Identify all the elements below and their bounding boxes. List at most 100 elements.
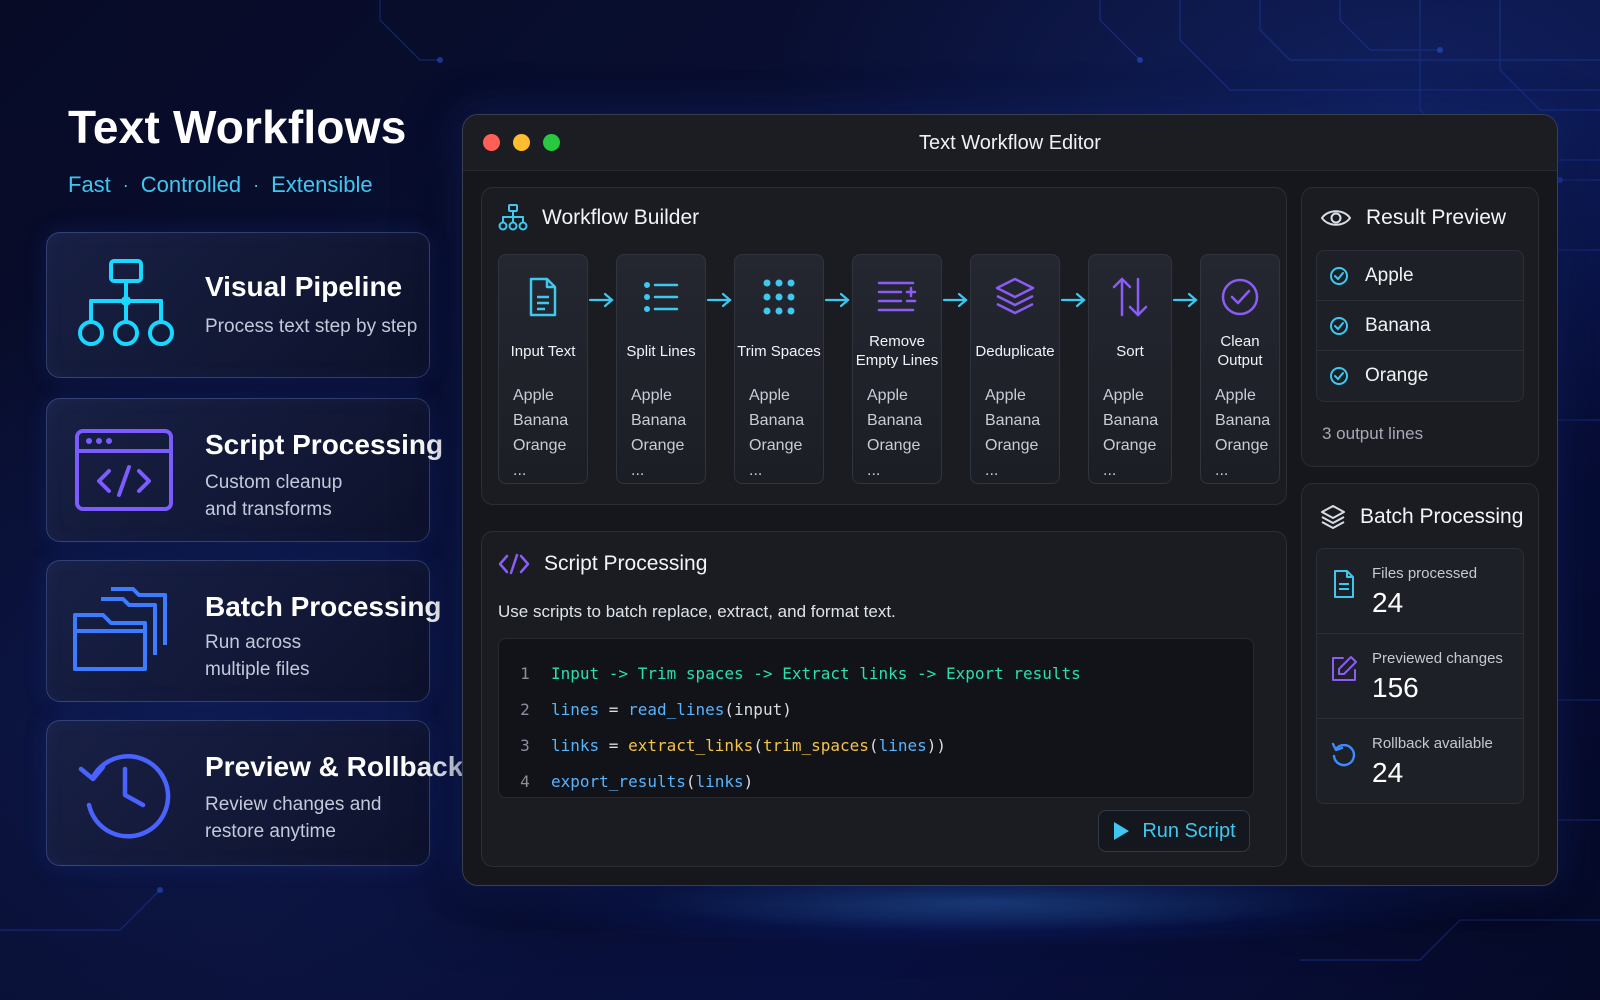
step-label: Remove Empty Lines: [855, 333, 939, 369]
code-token: (: [685, 771, 696, 791]
tag-fast: Fast: [68, 172, 111, 197]
code-editor[interactable]: 1 Input -> Trim spaces -> Extract links …: [498, 638, 1254, 798]
undo-icon: [1331, 742, 1356, 767]
check-circle-icon: [1330, 367, 1348, 385]
arrow-right-icon: [942, 254, 970, 484]
step-preview-items: Apple Banana Orange ...: [513, 383, 568, 483]
step-item: ...: [1215, 462, 1229, 479]
arrow-right-icon: [588, 254, 616, 484]
result-text: Apple: [1365, 264, 1414, 286]
check-circle-icon: [1221, 278, 1259, 316]
code-token: Input -> Trim spaces -> Extract links ->…: [551, 663, 1081, 683]
batch-stats: Files processed 24 Previewed changes 156: [1316, 548, 1524, 804]
play-icon: [1114, 822, 1130, 840]
code-line: 2 lines = read_lines (input): [499, 691, 1253, 727]
arrow-right-icon: [706, 254, 734, 484]
stat-value: 24: [1372, 587, 1404, 618]
feature-card-visual-pipeline: Visual Pipeline Process text step by ste…: [46, 232, 430, 378]
sort-arrows-icon: [1112, 277, 1148, 317]
panel-title: Batch Processing: [1360, 505, 1524, 528]
step-split-lines[interactable]: Split Lines Apple Banana Orange ...: [616, 254, 706, 484]
feature-card-preview-rollback: Preview & Rollback Review changes and re…: [46, 720, 463, 866]
step-label: Input Text: [510, 342, 576, 360]
code-window-icon: [75, 429, 173, 511]
list-item: Banana: [1317, 301, 1523, 351]
code-token: (: [868, 735, 879, 755]
app-window: Text Workflow Editor Workflow Builder In…: [462, 114, 1558, 886]
code-token: lines: [878, 735, 927, 755]
code-token: )): [926, 735, 946, 755]
step-preview-items: Apple Banana Orange ...: [1103, 383, 1158, 483]
step-item: Banana: [513, 412, 569, 429]
panel-header: Result Preview: [1320, 206, 1506, 230]
remove-lines-icon: [877, 281, 917, 312]
line-number: 1: [520, 663, 530, 683]
workflow-steps: Input Text Apple Banana Orange ... Split…: [498, 254, 1280, 484]
step-item: ...: [1103, 462, 1117, 479]
step-trim-spaces[interactable]: Trim Spaces Apple Banana Orange ...: [734, 254, 824, 484]
step-item: Banana: [1215, 412, 1271, 429]
file-icon: [1334, 570, 1354, 598]
run-script-button[interactable]: Run Script: [1098, 810, 1250, 852]
arrow-right-icon: [1172, 254, 1200, 484]
code-token: (: [753, 735, 763, 755]
code-token: extract_links: [628, 735, 754, 755]
step-item: Orange: [513, 437, 567, 454]
script-processing-panel: Script Processing Use scripts to batch r…: [481, 531, 1287, 867]
step-deduplicate[interactable]: Deduplicate Apple Banana Orange ...: [970, 254, 1060, 484]
step-input-text[interactable]: Input Text Apple Banana Orange ...: [498, 254, 588, 484]
step-clean-output[interactable]: Clean Output Apple Banana Orange ...: [1200, 254, 1280, 484]
step-item: Banana: [867, 412, 923, 429]
panel-header: Script Processing: [498, 552, 707, 576]
code-line: 1 Input -> Trim spaces -> Extract links …: [499, 655, 1253, 691]
step-preview-items: Apple Banana Orange ...: [985, 383, 1040, 483]
step-item: Banana: [985, 412, 1041, 429]
step-item: Banana: [631, 412, 687, 429]
step-preview-items: Apple Banana Orange ...: [867, 383, 922, 483]
workflow-builder-panel: Workflow Builder Input Text Apple Banana…: [481, 187, 1287, 505]
edit-icon: [1332, 656, 1357, 681]
batch-processing-panel: Batch Processing Files processed 24 Prev…: [1301, 483, 1539, 867]
step-item: ...: [513, 462, 527, 479]
step-preview-items: Apple Banana Orange ...: [1215, 383, 1270, 483]
result-text: Orange: [1365, 365, 1429, 386]
code-token: links: [551, 735, 600, 755]
list-item: Apple: [1317, 251, 1523, 301]
hero-title: Text Workflows: [68, 101, 407, 153]
panel-title: Workflow Builder: [542, 206, 700, 229]
code-token: lines: [551, 699, 600, 719]
step-label: Clean Output: [1217, 333, 1263, 369]
window-title: Text Workflow Editor: [919, 132, 1101, 154]
stat-value: 24: [1372, 757, 1404, 788]
step-item: Orange: [985, 437, 1039, 454]
step-item: Orange: [749, 437, 803, 454]
panel-header: Workflow Builder: [498, 204, 699, 232]
step-item: ...: [985, 462, 999, 479]
step-item: Orange: [1215, 437, 1269, 454]
step-label: Sort: [1116, 342, 1144, 360]
step-item: Orange: [631, 437, 685, 454]
feature-title: Batch Processing: [205, 591, 442, 622]
check-circle-icon: [1330, 266, 1348, 285]
script-description: Use scripts to batch replace, extract, a…: [498, 602, 896, 621]
code-token: read_lines: [628, 699, 725, 719]
stat-label: Files processed: [1372, 565, 1478, 582]
hierarchy-icon: [78, 259, 174, 346]
step-sort[interactable]: Sort Apple Banana Orange ...: [1088, 254, 1172, 484]
stacked-folders-icon: [73, 587, 167, 671]
code-brackets-icon: [498, 553, 530, 575]
arrow-right-icon: [824, 254, 852, 484]
step-item: Orange: [1103, 437, 1157, 454]
step-remove-empty-lines[interactable]: Remove Empty Lines Apple Banana Orange .…: [852, 254, 942, 484]
layers-icon: [1321, 505, 1345, 529]
check-circle-icon: [1330, 316, 1348, 335]
result-preview-panel: Result Preview Apple Banana Orange 3 out…: [1301, 187, 1539, 467]
step-item: Apple: [867, 387, 908, 404]
code-token: =: [599, 735, 629, 755]
stat-label: Rollback available: [1372, 735, 1493, 752]
step-item: Apple: [985, 387, 1026, 404]
result-text: Banana: [1365, 314, 1431, 336]
result-list: Apple Banana Orange: [1316, 250, 1524, 402]
code-token: (input): [724, 699, 792, 719]
feature-card-script-processing: Script Processing Custom cleanup and tra…: [46, 398, 443, 542]
